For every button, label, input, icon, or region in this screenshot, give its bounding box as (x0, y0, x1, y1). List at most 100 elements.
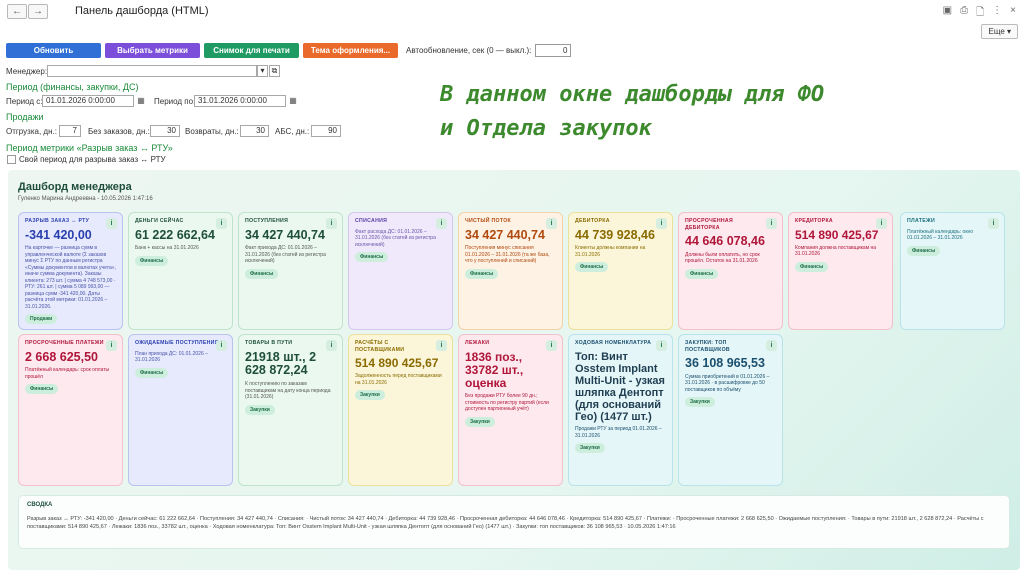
dashboard-panel: Дашборд менеджера Гуленко Марина Андреев… (8, 170, 1020, 570)
sales-heading: Продажи (6, 112, 44, 122)
card-tag[interactable]: Финансы (575, 262, 609, 273)
info-icon[interactable]: i (546, 218, 557, 229)
metric-card-top-suppliers[interactable]: ЗАКУПКИ: ТОП ПОСТАВЩИКОВ i 36 108 965,53… (678, 334, 783, 486)
card-value: 514 890 425,67 (795, 227, 879, 242)
arrow-right-icon: → (33, 6, 43, 17)
forward-button[interactable]: → (28, 4, 48, 19)
metric-card-supplier-settlements[interactable]: РАСЧЁТЫ С ПОСТАВЩИКАМИ i 514 890 425,67 … (348, 334, 453, 486)
period-from-field[interactable]: 01.01.2026 0:00:00 (42, 95, 134, 107)
metric-card-receivables[interactable]: ДЕБИТОРКА i 44 739 928,46 Клиенты должны… (568, 212, 673, 330)
card-tag[interactable]: Финансы (135, 255, 169, 266)
manager-field[interactable] (47, 65, 257, 77)
info-icon[interactable]: i (766, 340, 777, 351)
preview-icon[interactable]: 🗋 (976, 5, 984, 22)
card-tag[interactable]: Финансы (25, 384, 59, 395)
card-tag[interactable]: Закупки (465, 416, 495, 427)
card-tag[interactable]: Финансы (795, 261, 829, 272)
auto-refresh-input[interactable]: 0 (535, 44, 572, 57)
card-caption: ЧИСТЫЙ ПОТОК (465, 218, 512, 224)
info-icon[interactable]: i (436, 340, 447, 351)
metric-card-cash-now[interactable]: ДЕНЬГИ СЕЙЧАС i 61 222 662,64 Банк + кас… (128, 212, 233, 330)
metric-card-stale-stock[interactable]: ЛЕЖАКИ i 1836 поз., 33782 шт., оценка Бе… (458, 334, 563, 486)
manager-open-button[interactable]: ⧉ (269, 65, 280, 77)
info-icon[interactable]: i (546, 340, 557, 351)
card-caption: ПРОСРОЧЕННАЯ ДЕБИТОРКА (685, 218, 733, 231)
own-period-checkbox[interactable] (7, 155, 16, 164)
shipment-days-field[interactable]: 7 (59, 125, 81, 137)
info-icon[interactable]: i (106, 340, 117, 351)
save-icon[interactable]: ▣ (943, 5, 952, 22)
manager-dropdown-button[interactable]: ▾ (257, 65, 268, 77)
card-description: Банк + кассы на 31.01.2026 (135, 245, 199, 252)
info-icon[interactable]: i (656, 340, 667, 351)
metric-card-expected-receipts[interactable]: ОЖИДАЕМЫЕ ПОСТУПЛЕНИЯ i План прихода ДС:… (128, 334, 233, 486)
abc-days-field[interactable]: 90 (311, 125, 341, 137)
calendar-icon[interactable]: ▦ (288, 96, 298, 107)
card-tag[interactable]: Закупки (685, 397, 715, 408)
chevron-down-icon: ▾ (260, 66, 265, 75)
card-tag[interactable]: Финансы (135, 367, 169, 378)
back-button[interactable]: ← (7, 4, 27, 19)
metric-card-writeoffs[interactable]: СПИСАНИЯ i Факт расхода ДС: 01.01.2026 –… (348, 212, 453, 330)
card-value: 34 427 440,74 (465, 227, 545, 242)
no-orders-days-field[interactable]: 30 (150, 125, 180, 137)
info-icon[interactable]: i (106, 218, 117, 229)
more-button[interactable]: Еще ▾ (981, 24, 1018, 39)
close-icon[interactable]: × (1010, 5, 1016, 22)
metric-card-top-items[interactable]: ХОДОВАЯ НОМЕНКЛАТУРА i Топ: Винт Osstem … (568, 334, 673, 486)
print-snapshot-button[interactable]: Снимок для печати (204, 43, 299, 58)
summary-panel: СВОДКА Разрыв заказ ↔ РТУ: -341 420,00 ·… (18, 495, 1010, 549)
info-icon[interactable]: i (216, 340, 227, 351)
metric-card-order-gap[interactable]: РАЗРЫВ ЗАКАЗ ↔ РТУ i -341 420,00 На карт… (18, 212, 123, 330)
info-icon[interactable]: i (766, 218, 777, 229)
card-value: -341 420,00 (25, 227, 92, 242)
dashboard-title: Дашборд менеджера (18, 181, 132, 193)
card-description: На карточке — разница сумм в управленчес… (25, 245, 116, 310)
annotation-note: В данном окне дашборды для ФО и Отдела з… (440, 78, 824, 146)
card-tag[interactable]: Финансы (907, 245, 941, 256)
calendar-icon[interactable]: ▦ (136, 96, 146, 107)
card-description: Без продажи РТУ более 90 дн.; стоимость … (465, 393, 549, 413)
card-tag[interactable]: Закупки (355, 390, 385, 401)
theme-button[interactable]: Тема оформления... (303, 43, 398, 58)
more-vert-icon[interactable]: ⋮ (992, 5, 1002, 22)
metric-card-payables[interactable]: КРЕДИТОРКА i 514 890 425,67 Компания дол… (788, 212, 893, 330)
metric-card-overdue-receivables[interactable]: ПРОСРОЧЕННАЯ ДЕБИТОРКА i 44 646 078,46 Д… (678, 212, 783, 330)
metric-card-overdue-payments[interactable]: ПРОСРОЧЕННЫЕ ПЛАТЕЖИ i 2 668 625,50 Плат… (18, 334, 123, 486)
card-tag[interactable]: Финансы (685, 268, 719, 279)
card-tag[interactable]: Финансы (355, 252, 389, 262)
annotation-line-1: В данном окне дашборды для ФО (440, 82, 825, 107)
period-to-field[interactable]: 31.01.2026 0:00:00 (194, 95, 286, 107)
metric-card-receipts[interactable]: ПОСТУПЛЕНИЯ i 34 427 440,74 Факт прихода… (238, 212, 343, 330)
metric-card-goods-in-transit[interactable]: ТОВАРЫ В ПУТИ i 21918 шт., 2 628 872,24 … (238, 334, 343, 486)
metric-card-net-flow[interactable]: ЧИСТЫЙ ПОТОК i 34 427 440,74 Поступления… (458, 212, 563, 330)
annotation-line-2: и Отдела закупок (440, 116, 652, 141)
info-icon[interactable]: i (326, 218, 337, 229)
card-tag[interactable]: Закупки (575, 443, 605, 454)
metric-card-payments[interactable]: ПЛАТЕЖИ i Платёжный календарь: окно 01.0… (900, 212, 1005, 330)
info-icon[interactable]: i (656, 218, 667, 229)
card-tag[interactable]: Продажи (25, 314, 58, 325)
auto-refresh-label: Автообновление, сек (0 — выкл.): (406, 46, 532, 55)
abc-days-label: АБС, дн.: (275, 127, 310, 136)
card-tag[interactable]: Закупки (245, 404, 275, 415)
toolbar: Обновить Выбрать метрики Снимок для печа… (6, 43, 572, 58)
card-description: К поступлению по заказам поставщикам на … (245, 381, 331, 400)
card-caption: ТОВАРЫ В ПУТИ (245, 340, 293, 346)
card-caption: СПИСАНИЯ (355, 218, 388, 224)
card-value: 44 646 078,46 (685, 234, 765, 248)
info-icon[interactable]: i (876, 218, 887, 229)
info-icon[interactable]: i (326, 340, 337, 351)
summary-text: Разрыв заказ ↔ РТУ: -341 420,00 · Деньги… (27, 516, 984, 530)
update-button[interactable]: Обновить (6, 43, 101, 58)
card-tag[interactable]: Финансы (245, 268, 279, 279)
card-caption: ПОСТУПЛЕНИЯ (245, 218, 289, 224)
card-caption: ПРОСРОЧЕННЫЕ ПЛАТЕЖИ (25, 340, 104, 346)
card-tag[interactable]: Финансы (465, 268, 499, 279)
info-icon[interactable]: i (436, 218, 447, 229)
returns-days-field[interactable]: 30 (240, 125, 269, 137)
info-icon[interactable]: i (988, 218, 999, 229)
info-icon[interactable]: i (216, 218, 227, 229)
print-icon[interactable]: ⎙ (960, 5, 968, 22)
select-metrics-button[interactable]: Выбрать метрики (105, 43, 200, 58)
